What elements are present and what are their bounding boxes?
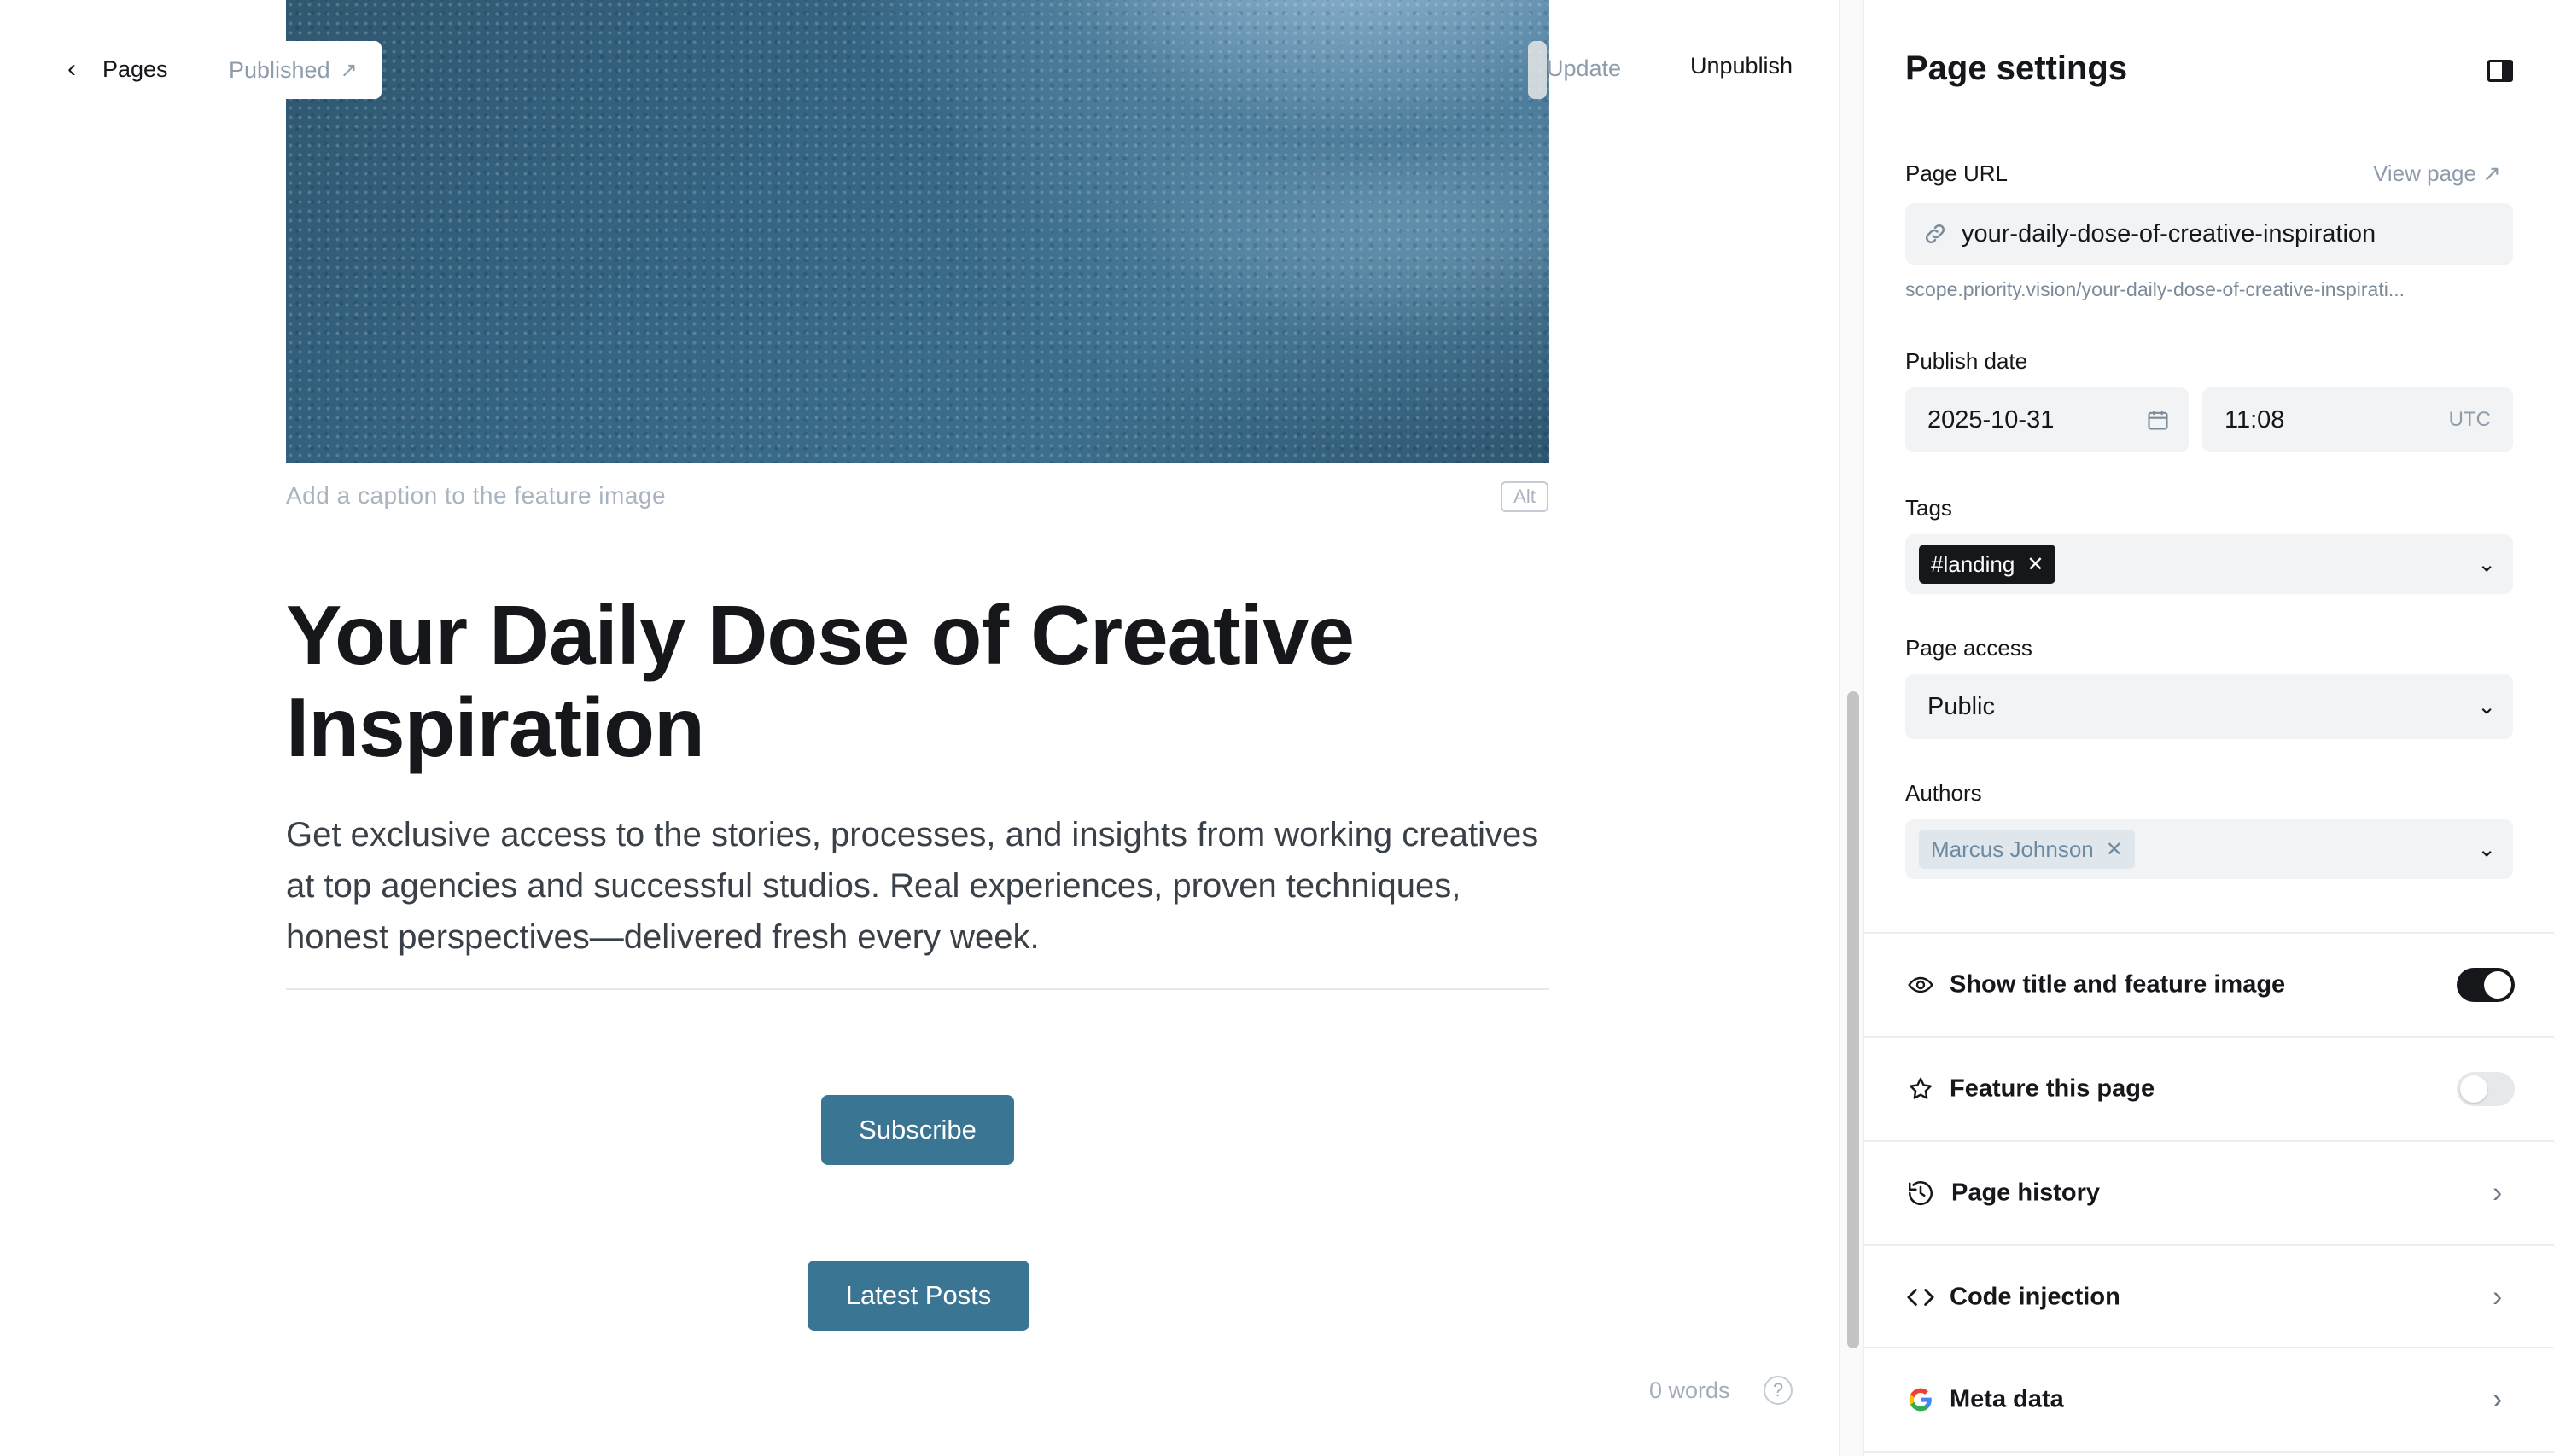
pages-link[interactable]: Pages <box>102 56 168 83</box>
page-url-slug: your-daily-dose-of-creative-inspiration <box>1962 219 2376 248</box>
published-status-link[interactable]: Published ↗ <box>205 41 382 99</box>
back-nav: ‹ Pages <box>55 39 168 99</box>
editor-scrollbar[interactable] <box>1839 0 1864 1456</box>
tag-chip[interactable]: #landing ✕ <box>1919 545 2056 584</box>
page-history-label: Page history <box>1951 1179 2101 1207</box>
publish-time-value: 11:08 <box>2225 405 2285 434</box>
author-chip[interactable]: Marcus Johnson ✕ <box>1919 830 2135 869</box>
chevron-left-icon[interactable]: ‹ <box>55 52 89 86</box>
author-chip-label: Marcus Johnson <box>1931 836 2094 862</box>
help-icon[interactable]: ? <box>1764 1376 1793 1405</box>
page-excerpt[interactable]: Get exclusive access to the stories, pro… <box>286 809 1549 963</box>
latest-posts-button[interactable]: Latest Posts <box>808 1261 1029 1331</box>
settings-panel: Page settings Page URL View page ↗ your-… <box>1864 0 2554 1456</box>
feature-page-row[interactable]: Feature this page <box>1864 1038 2554 1140</box>
row-divider <box>1864 1451 2554 1453</box>
remove-tag-icon[interactable]: ✕ <box>2026 552 2044 577</box>
page-url-input[interactable]: your-daily-dose-of-creative-inspiration <box>1905 203 2513 265</box>
meta-data-row[interactable]: Meta data › <box>1864 1348 2554 1451</box>
eye-icon <box>1905 970 1936 1000</box>
show-title-row[interactable]: Show title and feature image <box>1864 934 2554 1036</box>
external-link-icon: ↗ <box>340 58 358 82</box>
sidebar-toggle-icon[interactable] <box>2487 60 2513 82</box>
drag-handle <box>1528 41 1547 99</box>
feature-page-toggle[interactable] <box>2457 1072 2515 1106</box>
remove-author-icon[interactable]: ✕ <box>2106 837 2123 862</box>
update-button[interactable]: Update <box>1528 41 1622 99</box>
page-url-label: Page URL <box>1905 160 2008 186</box>
view-page-link[interactable]: View page ↗ <box>2373 160 2501 187</box>
update-label: Update <box>1547 55 1622 81</box>
subscribe-button[interactable]: Subscribe <box>821 1095 1014 1165</box>
publish-time-input[interactable]: 11:08 UTC <box>2202 387 2513 452</box>
settings-title: Page settings <box>1905 50 2128 87</box>
star-icon <box>1905 1074 1936 1104</box>
chevron-right-icon: › <box>2493 1176 2503 1209</box>
code-injection-row[interactable]: Code injection › <box>1864 1246 2554 1348</box>
link-icon <box>1922 221 1948 247</box>
publish-date-value: 2025-10-31 <box>1927 405 2055 434</box>
timezone-label: UTC <box>2448 408 2491 431</box>
page-title[interactable]: Your Daily Dose of Creative Inspiration <box>286 589 1549 773</box>
authors-select[interactable]: Marcus Johnson ✕ ⌄ <box>1905 819 2513 879</box>
feature-page-label: Feature this page <box>1950 1075 2155 1103</box>
tag-chip-label: #landing <box>1931 550 2015 577</box>
google-icon <box>1905 1384 1936 1415</box>
tags-label: Tags <box>1905 495 1952 521</box>
scrollbar-thumb[interactable] <box>1847 691 1859 1348</box>
page-access-label: Page access <box>1905 635 2032 661</box>
code-icon <box>1905 1282 1936 1313</box>
unpublish-button[interactable]: Unpublish <box>1690 53 1793 79</box>
meta-data-label: Meta data <box>1950 1385 2064 1413</box>
chevron-right-icon: › <box>2493 1280 2503 1313</box>
publish-date-input[interactable]: 2025-10-31 <box>1905 387 2189 452</box>
page-access-value: Public <box>1927 692 1995 720</box>
editor-canvas: ‹ Pages Published ↗ Update Unpublish Add… <box>0 0 1839 1456</box>
alt-text-button[interactable]: Alt <box>1501 481 1548 512</box>
show-title-toggle[interactable] <box>2457 968 2515 1002</box>
code-injection-label: Code injection <box>1950 1283 2120 1311</box>
word-count: 0 words <box>1649 1377 1730 1403</box>
chevron-down-icon[interactable]: ⌄ <box>2477 551 2496 578</box>
excerpt-divider <box>286 988 1549 990</box>
chevron-down-icon[interactable]: ⌄ <box>2477 836 2496 863</box>
show-title-label: Show title and feature image <box>1950 970 2286 999</box>
page-access-select[interactable]: Public ⌄ <box>1905 674 2513 739</box>
feature-image[interactable] <box>286 0 1549 463</box>
full-url-hint: scope.priority.vision/your-daily-dose-of… <box>1905 278 2405 300</box>
publish-date-label: Publish date <box>1905 348 2028 374</box>
calendar-icon[interactable] <box>2146 408 2170 432</box>
published-status-label: Published <box>229 56 330 83</box>
authors-label: Authors <box>1905 780 1982 806</box>
history-icon <box>1905 1178 1936 1208</box>
chevron-right-icon: › <box>2493 1383 2503 1416</box>
feature-image-caption-input[interactable]: Add a caption to the feature image <box>286 482 666 510</box>
page-history-row[interactable]: Page history › <box>1864 1142 2554 1244</box>
chevron-down-icon[interactable]: ⌄ <box>2477 694 2496 720</box>
tags-select[interactable]: #landing ✕ ⌄ <box>1905 534 2513 594</box>
